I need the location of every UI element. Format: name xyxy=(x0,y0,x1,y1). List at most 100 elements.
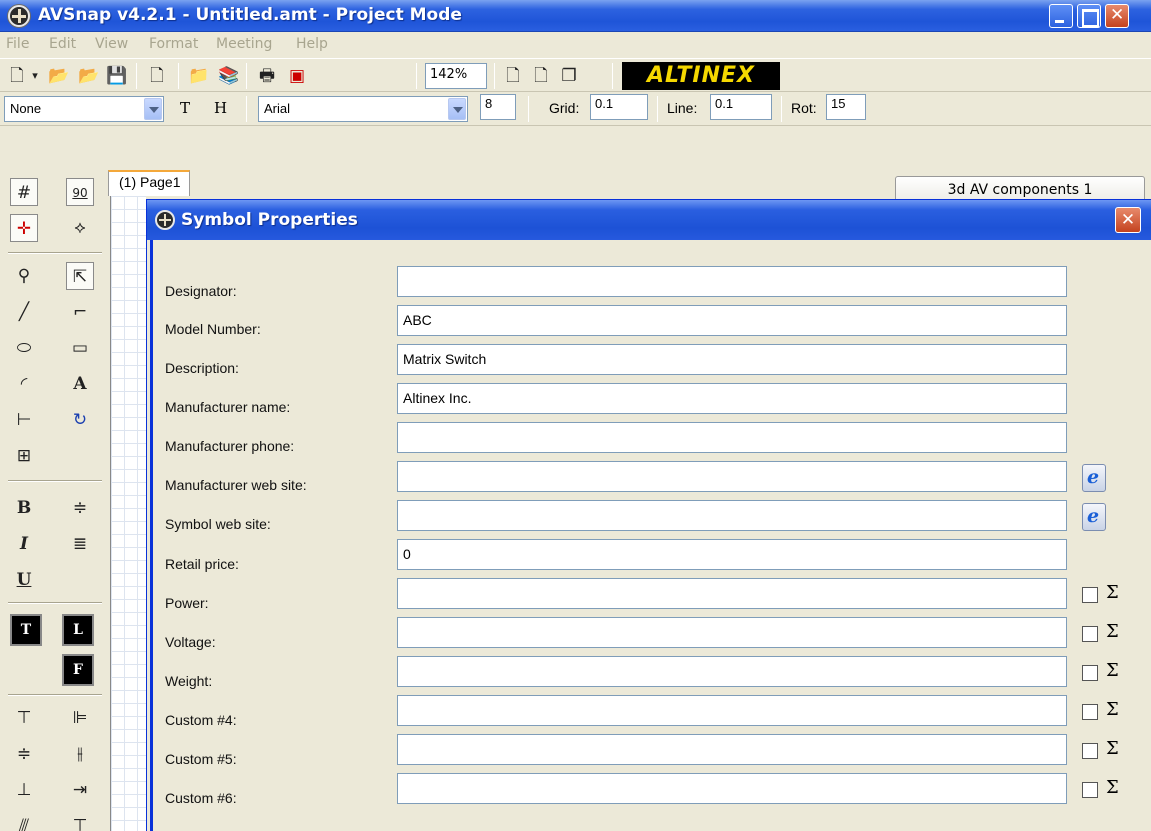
model-number-field[interactable]: ABC xyxy=(397,305,1067,336)
zoom-icon[interactable]: ⚲ xyxy=(10,262,38,290)
connector-tool-icon[interactable]: ⌐ xyxy=(66,298,94,326)
voltage-sum-checkbox[interactable] xyxy=(1082,626,1098,642)
arc-tool-icon[interactable]: ◜ xyxy=(10,370,38,398)
voltage-field[interactable] xyxy=(397,617,1067,648)
text-style-h-button[interactable]: H xyxy=(214,99,227,117)
custom-6-sum-icon: Σ xyxy=(1106,777,1119,798)
tab-page1[interactable]: (1) Page1 xyxy=(108,170,190,196)
save-icon[interactable]: 💾 xyxy=(106,65,128,87)
print-icon[interactable]: 🖶 xyxy=(256,65,278,87)
line-field[interactable]: 0.1 xyxy=(710,94,772,120)
grid-toggle-icon[interactable]: # xyxy=(10,178,38,206)
underline-icon[interactable]: U xyxy=(10,566,38,594)
weight-field[interactable] xyxy=(397,656,1067,687)
maximize-button[interactable] xyxy=(1077,4,1101,28)
rotation-label: Rot: xyxy=(791,100,817,116)
custom-5-field[interactable] xyxy=(397,734,1067,765)
align-bottom-icon[interactable]: ⊥ xyxy=(10,776,38,804)
justify-icon[interactable]: ≣ xyxy=(66,530,94,558)
toolbar-separator xyxy=(657,96,658,122)
table-tool-icon[interactable]: ⊞ xyxy=(10,442,38,470)
browser-icon[interactable] xyxy=(1082,464,1106,492)
style-select[interactable]: None xyxy=(4,96,164,122)
menu-meeting[interactable]: Meeting xyxy=(216,36,272,52)
dimension-tool-icon[interactable]: ⊢ xyxy=(10,406,38,434)
text-tool-icon[interactable]: A xyxy=(66,370,94,398)
new-page-icon[interactable]: 🗋 xyxy=(146,65,168,87)
fill-color-button[interactable]: F xyxy=(62,654,94,686)
font-select[interactable]: Arial xyxy=(258,96,468,122)
rotate-tool-icon[interactable]: ↻ xyxy=(66,406,94,434)
menu-help[interactable]: Help xyxy=(296,36,328,52)
page-landscape-icon[interactable]: 🗋 xyxy=(530,65,552,87)
menu-format[interactable]: Format xyxy=(149,36,198,52)
print-area-icon[interactable]: ▣ xyxy=(286,65,308,87)
dialog-close-button[interactable]: ✕ xyxy=(1115,207,1141,233)
open-library-icon[interactable]: 📂 xyxy=(78,65,100,87)
ellipse-tool-icon[interactable]: ⬭ xyxy=(10,334,38,362)
chevron-down-icon[interactable] xyxy=(448,98,466,120)
chevron-down-icon[interactable] xyxy=(144,98,162,120)
copy-page-icon[interactable]: ❐ xyxy=(558,65,580,87)
custom-6-sum-checkbox[interactable] xyxy=(1082,782,1098,798)
italic-icon[interactable]: I xyxy=(10,530,38,558)
align-center-line-icon[interactable]: ≑ xyxy=(66,494,94,522)
bill-of-materials-icon[interactable]: 📚 xyxy=(218,65,240,87)
dialog-app-icon xyxy=(155,210,175,230)
menu-file[interactable]: File xyxy=(6,36,29,52)
menu-view[interactable]: View xyxy=(95,36,128,52)
description-field[interactable]: Matrix Switch xyxy=(397,344,1067,375)
title-bar: AVSnap v4.2.1 - Untitled.amt - Project M… xyxy=(0,0,1151,32)
align-top-icon[interactable]: ⊤ xyxy=(10,704,38,732)
minimize-button[interactable] xyxy=(1049,4,1073,28)
toolbar-separator xyxy=(612,63,613,89)
toolbar-separator xyxy=(246,96,247,122)
font-size-field[interactable]: 8 xyxy=(480,94,516,120)
app-icon[interactable] xyxy=(8,5,30,27)
designator-field[interactable] xyxy=(397,266,1067,297)
custom-4-field[interactable] xyxy=(397,695,1067,726)
zoom-field[interactable]: 142% xyxy=(425,63,487,89)
grid-field[interactable]: 0.1 xyxy=(590,94,648,120)
open-folder-icon[interactable]: 📂 xyxy=(48,65,70,87)
symbol-library-icon[interactable]: 📁 xyxy=(188,65,210,87)
menu-edit[interactable]: Edit xyxy=(49,36,76,52)
align-left-icon[interactable]: ⊫ xyxy=(66,704,94,732)
browser-icon[interactable] xyxy=(1082,503,1106,531)
retail-price-field[interactable]: 0 xyxy=(397,539,1067,570)
power-sum-checkbox[interactable] xyxy=(1082,587,1098,603)
angle-90-button[interactable]: 90 xyxy=(66,178,94,206)
rotation-field[interactable]: 15 xyxy=(826,94,866,120)
bold-icon[interactable]: B xyxy=(10,494,38,522)
text-color-button[interactable]: T xyxy=(10,614,42,646)
palette-separator xyxy=(8,694,102,696)
custom-6-field[interactable] xyxy=(397,773,1067,804)
close-button[interactable] xyxy=(1105,4,1129,28)
align-right-icon[interactable]: ⇥ xyxy=(66,776,94,804)
custom-5-sum-checkbox[interactable] xyxy=(1082,743,1098,759)
power-field[interactable] xyxy=(397,578,1067,609)
align-center-icon[interactable]: ⫲ xyxy=(66,740,94,768)
symbol-web-site-field[interactable] xyxy=(397,500,1067,531)
distribute-vertical-icon[interactable]: ⊤ xyxy=(66,812,94,831)
select-pointer-icon[interactable]: ⇱ xyxy=(66,262,94,290)
custom-4-sum-checkbox[interactable] xyxy=(1082,704,1098,720)
snap-point-icon[interactable]: ✛ xyxy=(10,214,38,242)
snap-object-icon[interactable]: ⟡ xyxy=(66,214,94,242)
rectangle-tool-icon[interactable]: ▭ xyxy=(66,334,94,362)
format-toolbar: None T H Arial 8 Grid: 0.1 Line: 0.1 Rot… xyxy=(0,92,1151,126)
chevron-down-icon[interactable]: ▾ xyxy=(28,65,42,87)
align-middle-icon[interactable]: ≑ xyxy=(10,740,38,768)
manufacturer-web-site-field[interactable] xyxy=(397,461,1067,492)
line-tool-icon[interactable]: ╱ xyxy=(10,298,38,326)
manufacturer-phone-field[interactable] xyxy=(397,422,1067,453)
manufacturer-name-field[interactable]: Altinex Inc. xyxy=(397,383,1067,414)
description-label: Description: xyxy=(165,360,239,376)
distribute-horizontal-icon[interactable]: ⫻ xyxy=(10,812,38,831)
new-file-icon[interactable]: 🗋 xyxy=(6,65,28,87)
page-portrait-icon[interactable]: 🗋 xyxy=(502,65,524,87)
weight-sum-checkbox[interactable] xyxy=(1082,665,1098,681)
text-style-t-button[interactable]: T xyxy=(180,99,190,117)
drawing-canvas[interactable] xyxy=(110,196,146,831)
line-color-button[interactable]: L xyxy=(62,614,94,646)
